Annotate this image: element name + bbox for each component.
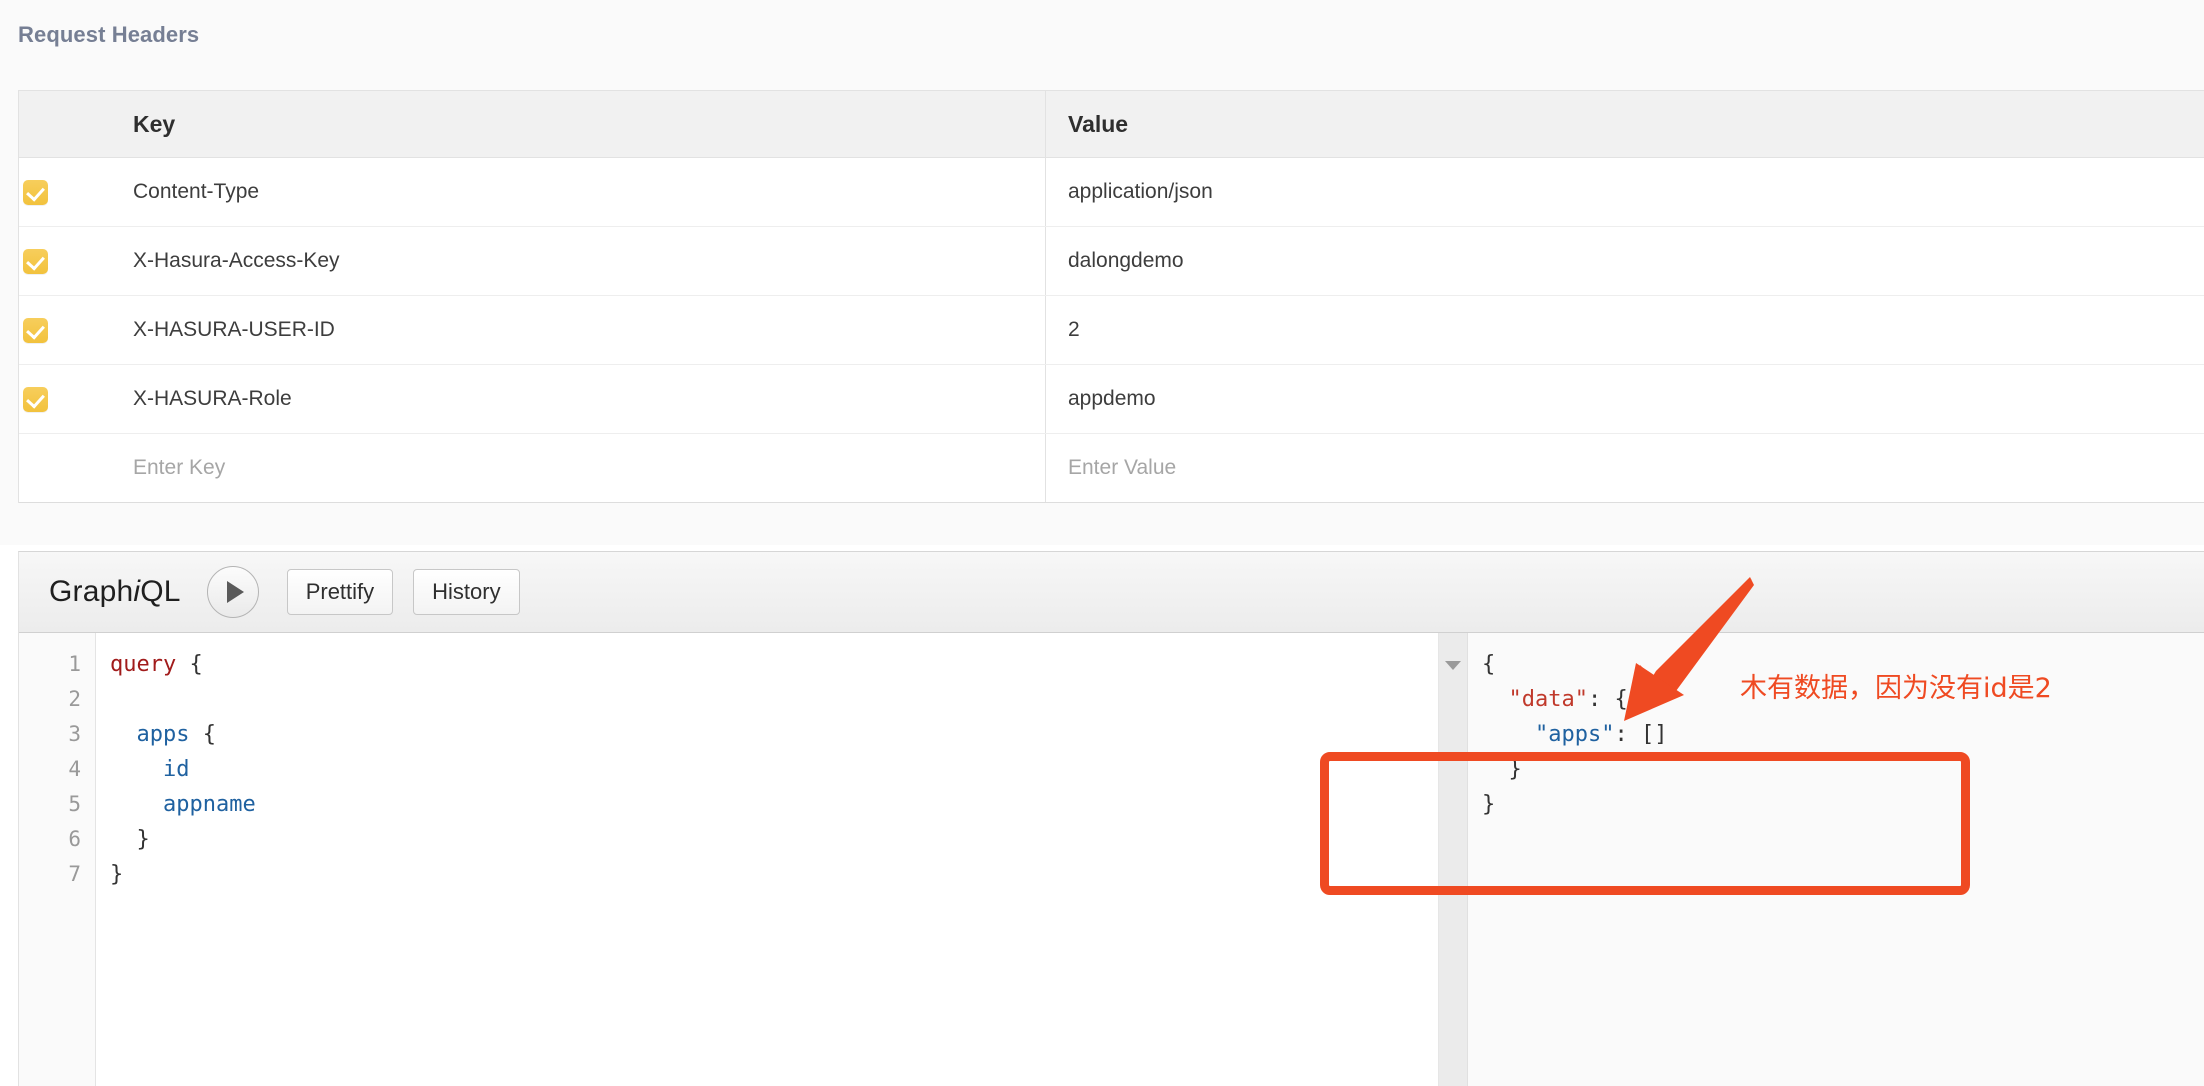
code-token: query (110, 652, 177, 677)
graphiql-panel: GraphiQL Prettify History 1 2 3 4 5 6 7 … (18, 551, 2204, 1086)
new-header-value-placeholder: Enter Value (1068, 456, 1177, 479)
code-token: : { (1587, 687, 1628, 712)
code-token: apps (136, 722, 190, 747)
headers-table: Key Value Content-Type application/json … (18, 90, 2204, 503)
graphiql-logo: GraphiQL (49, 575, 181, 609)
code-token: : [] (1614, 722, 1668, 747)
result-line: "apps": [] (1482, 717, 2204, 752)
page-title: Request Headers (18, 22, 200, 47)
line-number: 5 (68, 792, 81, 816)
query-line: query { (110, 647, 1438, 682)
checkbox-checked-icon[interactable] (23, 317, 48, 343)
line-number: 6 (68, 827, 81, 851)
checkbox-checked-icon[interactable] (23, 179, 48, 205)
line-number-gutter: 1 2 3 4 5 6 7 (19, 633, 96, 1086)
header-cell-key: Key (101, 91, 1046, 157)
request-headers-section: Request Headers Key Value Content-Type a… (0, 0, 2204, 545)
code-token: { (189, 722, 216, 747)
prettify-button[interactable]: Prettify (286, 569, 394, 615)
code-token: } (1482, 792, 1496, 817)
header-cell-checkbox (19, 91, 101, 157)
code-token: } (1482, 757, 1522, 782)
table-row[interactable]: X-HASURA-USER-ID 2 (19, 296, 2204, 365)
query-line: appname (110, 787, 1438, 822)
code-token: { (1482, 652, 1496, 677)
history-button[interactable]: History (413, 569, 520, 615)
checkbox-checked-icon[interactable] (23, 386, 48, 412)
row-checkbox-cell[interactable] (19, 296, 101, 364)
checkbox-checked-icon[interactable] (23, 248, 48, 274)
header-cell-value: Value (1068, 110, 1129, 137)
result-line: } (1482, 752, 2204, 787)
result-gutter (1439, 633, 1468, 1086)
new-header-value-input[interactable]: Enter Value (1046, 434, 2204, 502)
line-number: 2 (68, 687, 81, 711)
code-token: { (189, 652, 203, 677)
table-row[interactable]: X-HASURA-Role appdemo (19, 365, 2204, 434)
header-key-input[interactable]: X-HASURA-USER-ID (101, 296, 1046, 364)
table-row-new[interactable]: Enter Key Enter Value (19, 434, 2204, 503)
query-line (110, 682, 1438, 717)
query-line: } (110, 857, 1438, 892)
row-checkbox-cell[interactable] (19, 227, 101, 295)
table-row[interactable]: X-Hasura-Access-Key dalongdemo (19, 227, 2204, 296)
graphiql-toolbar: GraphiQL Prettify History (19, 552, 2204, 633)
header-value-input[interactable]: application/json (1046, 158, 2204, 226)
annotation-note-text: 木有数据，因为没有id是2 (1740, 673, 2052, 704)
table-header-row: Key Value (19, 91, 2204, 158)
table-row[interactable]: Content-Type application/json (19, 158, 2204, 227)
header-key-input[interactable]: X-Hasura-Access-Key (101, 227, 1046, 295)
query-line: id (110, 752, 1438, 787)
result-fold-triangle-icon[interactable] (1445, 661, 1461, 670)
code-token: id (162, 757, 190, 782)
query-editor[interactable]: 1 2 3 4 5 6 7 query { apps { id appname … (19, 633, 1439, 1086)
logo-suffix: QL (140, 575, 181, 608)
query-line: apps { (110, 717, 1438, 752)
line-number: 3 (68, 722, 81, 746)
code-token: "data" (1508, 687, 1588, 712)
header-key-input[interactable]: Content-Type (101, 158, 1046, 226)
code-token: } (110, 862, 124, 887)
header-value-input[interactable]: dalongdemo (1046, 227, 2204, 295)
row-checkbox-cell[interactable] (19, 158, 101, 226)
result-line: } (1482, 787, 2204, 822)
line-number: 7 (68, 862, 81, 886)
play-icon (226, 581, 244, 603)
execute-query-button[interactable] (206, 566, 259, 618)
header-value-input[interactable]: appdemo (1046, 365, 2204, 433)
logo-prefix: Graph (49, 575, 134, 608)
new-header-key-placeholder: Enter Key (133, 456, 226, 479)
query-line: } (110, 822, 1438, 857)
line-number: 4 (68, 757, 81, 781)
code-token: } (110, 827, 150, 852)
code-token: "apps" (1534, 722, 1615, 747)
query-code-area[interactable]: query { apps { id appname }} (96, 633, 1438, 1086)
header-value-input[interactable]: 2 (1046, 296, 2204, 364)
line-number: 1 (68, 652, 81, 676)
new-header-key-input[interactable]: Enter Key (101, 434, 1046, 502)
row-checkbox-cell-empty (19, 434, 101, 502)
code-token: appname (162, 792, 256, 817)
row-checkbox-cell[interactable] (19, 365, 101, 433)
header-key-input[interactable]: X-HASURA-Role (101, 365, 1046, 433)
